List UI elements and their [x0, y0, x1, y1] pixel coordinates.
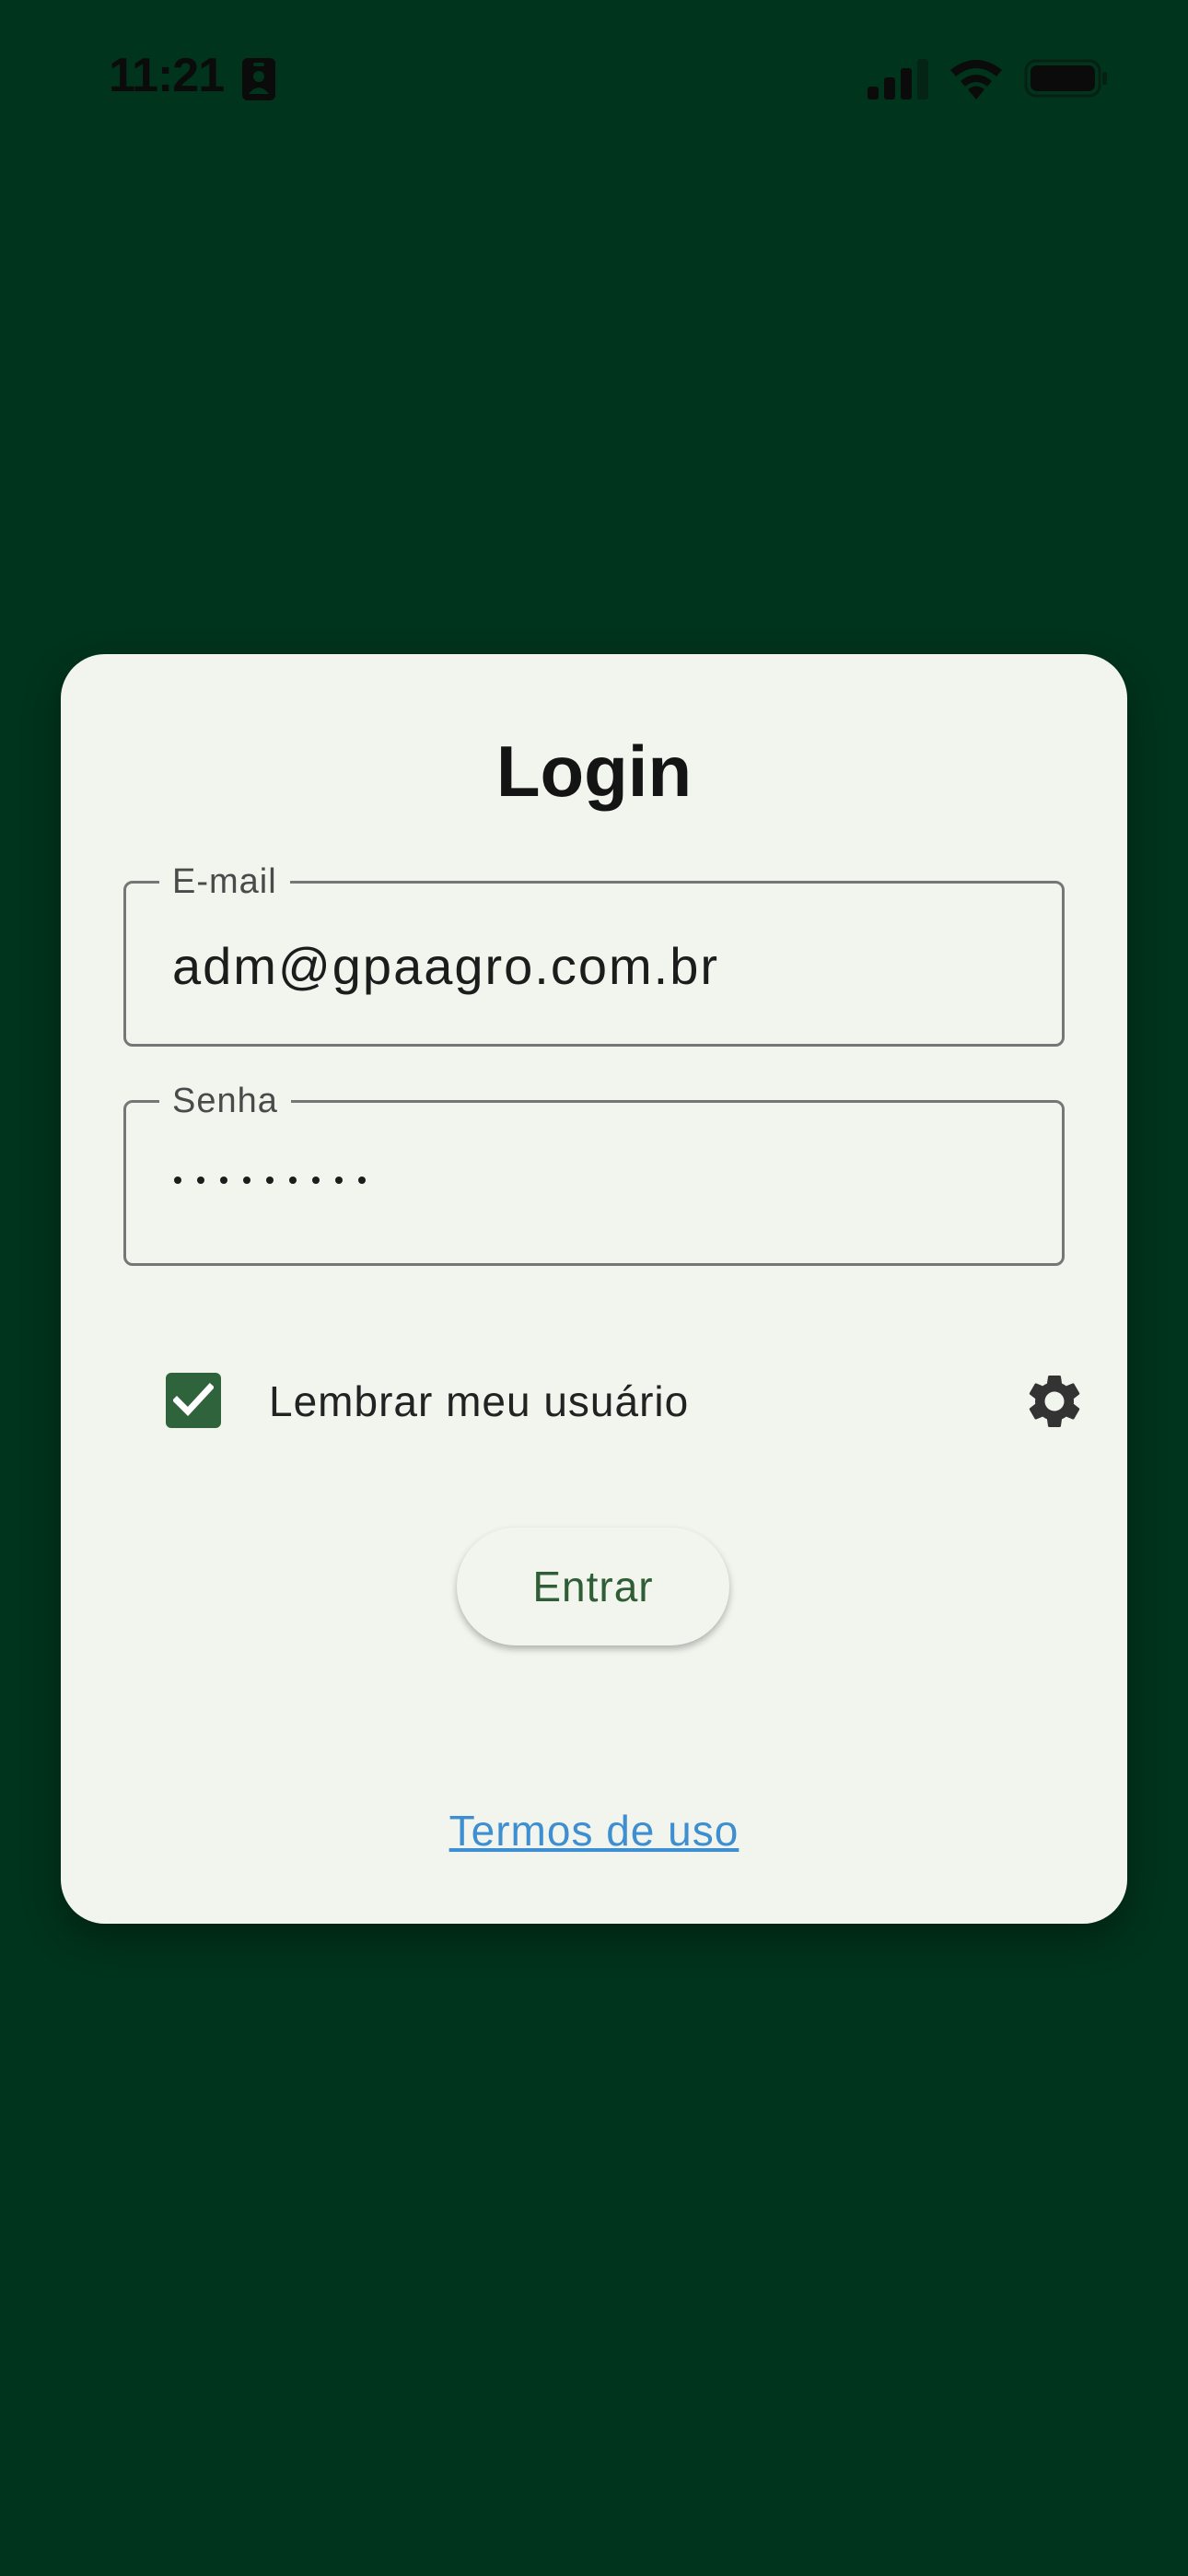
password-field[interactable]: Senha	[123, 1081, 1065, 1266]
login-title: Login	[495, 731, 693, 812]
contact-card-icon	[242, 58, 275, 100]
email-value[interactable]: adm@gpaagro.com.br	[172, 937, 719, 996]
password-masked-value[interactable]	[174, 1171, 366, 1189]
remember-user-label[interactable]: Lembrar meu usuário	[269, 1376, 689, 1426]
email-label: E-mail	[159, 861, 290, 902]
cellular-signal-icon	[868, 59, 928, 100]
remember-user-row: Lembrar meu usuário	[166, 1364, 1080, 1437]
login-screen: 11:21 Login E-mail adm@gpaagro.com.br Se…	[0, 0, 1188, 2576]
gear-icon[interactable]	[1022, 1369, 1087, 1434]
status-time: 11:21	[109, 49, 225, 102]
status-bar: 11:21	[0, 0, 1188, 157]
wifi-icon	[950, 60, 1002, 100]
checkmark-icon	[173, 1383, 214, 1417]
terms-of-use-link[interactable]: Termos de uso	[61, 1806, 1127, 1856]
email-field[interactable]: E-mail adm@gpaagro.com.br	[123, 861, 1065, 1047]
battery-icon	[1024, 59, 1107, 98]
remember-user-checkbox[interactable]	[166, 1373, 221, 1428]
password-label: Senha	[159, 1081, 291, 1121]
enter-button[interactable]: Entrar	[457, 1528, 729, 1645]
login-card: Login E-mail adm@gpaagro.com.br Senha Le…	[61, 654, 1127, 1924]
